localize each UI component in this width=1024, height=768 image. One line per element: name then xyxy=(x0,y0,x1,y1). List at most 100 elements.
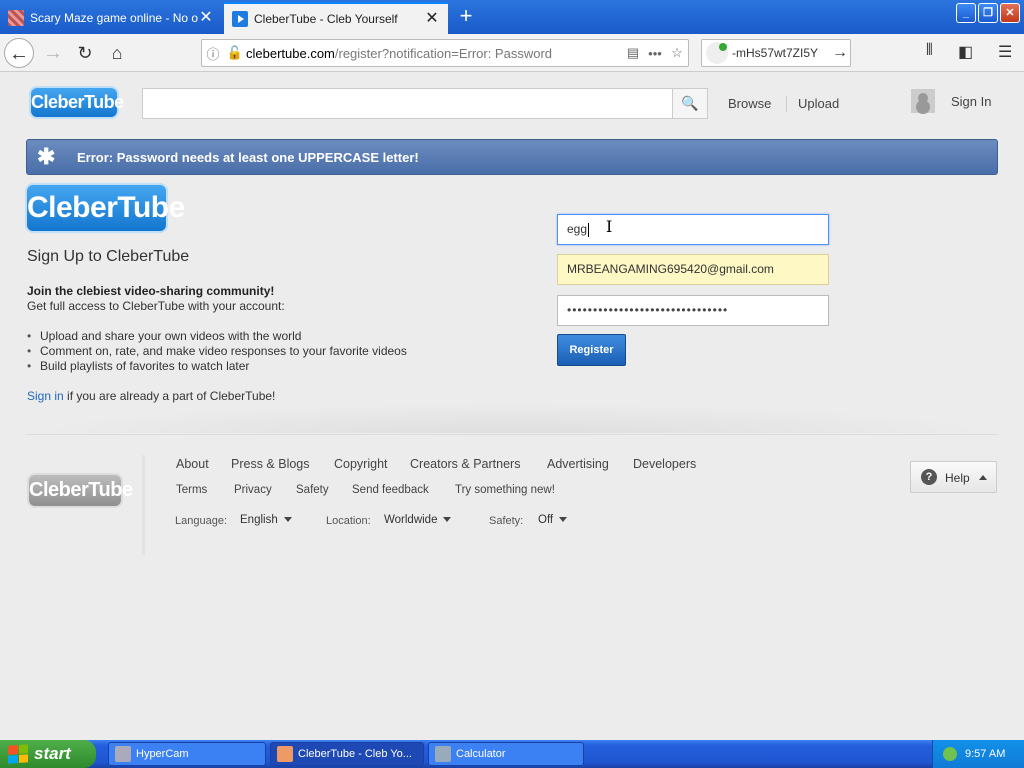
windows-taskbar: start HyperCam CleberTube - Cleb Yo... C… xyxy=(0,740,1024,768)
search-value: -mHs57wt7ZI5Y xyxy=(732,46,819,60)
language-value: English xyxy=(240,514,278,526)
tab-scary-maze[interactable]: Scary Maze game online - No over ✕ xyxy=(0,2,222,34)
footer-link-press[interactable]: Press & Blogs xyxy=(231,457,310,471)
footer-link-about[interactable]: About xyxy=(176,457,209,471)
close-tab-icon[interactable]: ✕ xyxy=(424,11,440,27)
site-search-input[interactable] xyxy=(142,88,673,119)
sign-in-link[interactable]: Sign in xyxy=(27,389,64,403)
footer-link-creators[interactable]: Creators & Partners xyxy=(410,457,520,471)
help-button[interactable]: ? Help xyxy=(910,461,997,493)
insecure-lock-icon[interactable]: 🔓 xyxy=(224,45,246,61)
forward-arrow-icon[interactable]: → xyxy=(38,38,68,68)
back-arrow-icon[interactable]: ← xyxy=(4,38,34,68)
list-item: Build playlists of favorites to watch la… xyxy=(27,359,407,374)
footer-link-try-new[interactable]: Try something new! xyxy=(455,484,555,496)
library-icon[interactable]: ⫴ xyxy=(926,42,933,60)
maximize-button[interactable]: ❐ xyxy=(978,3,998,23)
language-label: Language: xyxy=(175,515,227,527)
language-dropdown[interactable]: English xyxy=(240,514,292,526)
task-label: HyperCam xyxy=(136,748,189,760)
system-tray: 9:57 AM xyxy=(932,740,1024,768)
sign-in-prompt: Sign in if you are already a part of Cle… xyxy=(27,389,275,403)
page-actions-icon[interactable]: ••• xyxy=(644,46,666,61)
username-field[interactable]: egg xyxy=(557,214,829,245)
reload-icon[interactable]: ↻ xyxy=(70,38,100,68)
browse-link[interactable]: Browse xyxy=(728,96,771,111)
reader-view-icon[interactable]: ▤ xyxy=(622,45,644,61)
search-icon[interactable]: 🔍 xyxy=(672,88,708,119)
taskbar-item-clebertube[interactable]: CleberTube - Cleb Yo... xyxy=(270,742,424,766)
taskbar-item-hypercam[interactable]: HyperCam xyxy=(108,742,266,766)
windows-logo-icon xyxy=(8,744,28,764)
tab-clebertube[interactable]: CleberTube - Cleb Yourself ✕ xyxy=(224,2,448,34)
location-label: Location: xyxy=(326,515,371,527)
footer-link-privacy[interactable]: Privacy xyxy=(234,484,272,496)
question-icon: ? xyxy=(921,469,937,485)
tray-network-icon[interactable] xyxy=(943,747,957,761)
location-dropdown[interactable]: Worldwide xyxy=(384,514,452,526)
safety-label: Safety: xyxy=(489,515,524,527)
footer-link-safety[interactable]: Safety xyxy=(296,484,329,496)
email-value: MRBEANGAMING695420@gmail.com xyxy=(567,262,774,276)
alert-message: Error: Password needs at least one UPPER… xyxy=(77,150,419,165)
nav-divider xyxy=(786,96,787,112)
text-cursor-icon: I xyxy=(606,217,613,236)
web-page: CleberTube 🔍 Browse Upload Sign In ✱ Err… xyxy=(0,73,1024,740)
list-item: Upload and share your own videos with th… xyxy=(27,329,407,344)
info-icon[interactable]: ⓘ xyxy=(202,44,224,63)
footer-link-copyright[interactable]: Copyright xyxy=(334,457,388,471)
footer-link-developers[interactable]: Developers xyxy=(633,457,696,471)
browser-nav-bar: ← → ↻ ⌂ ⓘ 🔓 clebertube.com/register?noti… xyxy=(0,34,1024,72)
join-text: Join the clebiest video-sharing communit… xyxy=(27,284,275,298)
password-field[interactable]: ••••••••••••••••••••••••••••••• xyxy=(557,295,829,326)
minimize-button[interactable]: _ xyxy=(956,3,976,23)
footer-link-advertising[interactable]: Advertising xyxy=(547,457,609,471)
register-button[interactable]: Register xyxy=(557,334,626,366)
chevron-up-icon xyxy=(979,475,987,480)
taskbar-item-calculator[interactable]: Calculator xyxy=(428,742,584,766)
browser-title-bar: Scary Maze game online - No over ✕ Clebe… xyxy=(0,0,1024,34)
help-label: Help xyxy=(945,471,970,485)
footer-logo[interactable]: CleberTube xyxy=(29,475,133,506)
email-field[interactable]: MRBEANGAMING695420@gmail.com xyxy=(557,254,829,285)
new-tab-plus-icon[interactable]: + xyxy=(455,5,477,28)
section-shadow xyxy=(26,403,998,433)
search-go-arrow-icon[interactable]: → xyxy=(830,44,850,62)
footer-separator xyxy=(142,455,145,555)
list-item: Comment on, rate, and make video respons… xyxy=(27,344,407,359)
feature-list: Upload and share your own videos with th… xyxy=(27,329,407,374)
chevron-down-icon xyxy=(559,517,568,523)
page-title: Sign Up to CleberTube xyxy=(27,248,190,265)
url-text[interactable]: clebertube.com/register?notification=Err… xyxy=(246,46,622,61)
menu-hamburger-icon[interactable]: ☰ xyxy=(998,42,1012,62)
location-value: Worldwide xyxy=(384,514,438,526)
username-value: egg xyxy=(567,222,588,236)
task-label: Calculator xyxy=(456,748,506,760)
close-tab-icon[interactable]: ✕ xyxy=(198,10,214,26)
user-avatar-icon[interactable] xyxy=(911,89,935,113)
safety-dropdown[interactable]: Off xyxy=(538,514,568,526)
chevron-down-icon xyxy=(443,517,452,523)
sign-in-prompt-text: if you are already a part of CleberTube! xyxy=(63,389,276,403)
browser-search-box[interactable]: -mHs57wt7ZI5Y → xyxy=(701,39,851,67)
clebertube-favicon-icon xyxy=(232,11,248,27)
address-bar[interactable]: ⓘ 🔓 clebertube.com/register?notification… xyxy=(201,39,689,67)
close-window-button[interactable]: ✕ xyxy=(1000,3,1020,23)
start-button[interactable]: start xyxy=(0,740,96,768)
upload-link[interactable]: Upload xyxy=(798,96,839,111)
safety-value: Off xyxy=(538,514,554,526)
hypercam-icon xyxy=(115,746,131,762)
tab-title: CleberTube - Cleb Yourself xyxy=(254,12,398,26)
task-label: CleberTube - Cleb Yo... xyxy=(298,748,412,760)
password-value: ••••••••••••••••••••••••••••••• xyxy=(567,303,729,317)
home-icon[interactable]: ⌂ xyxy=(102,38,132,68)
sign-in-link[interactable]: Sign In xyxy=(951,94,991,109)
url-path: /register?notification=Error: Password xyxy=(334,45,553,61)
asterisk-icon: ✱ xyxy=(37,144,56,169)
access-text: Get full access to CleberTube with your … xyxy=(27,299,285,313)
site-logo[interactable]: CleberTube xyxy=(31,88,124,117)
sidebar-icon[interactable]: ◧ xyxy=(958,42,973,62)
footer-link-terms[interactable]: Terms xyxy=(176,484,207,496)
footer-link-feedback[interactable]: Send feedback xyxy=(352,484,429,496)
bookmark-star-icon[interactable]: ☆ xyxy=(666,45,688,61)
